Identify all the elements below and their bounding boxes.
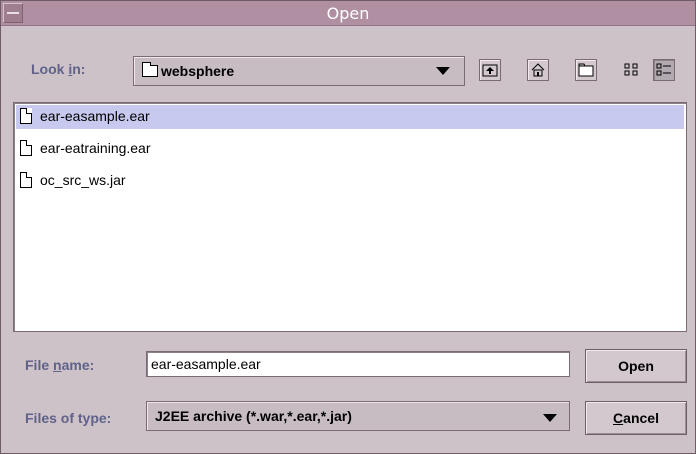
cancel-button[interactable]: Cancel [585,401,687,435]
title-bar[interactable]: Open [1,1,695,26]
up-one-level-icon [482,64,498,77]
window-title: Open [326,4,370,23]
file-icon [20,172,32,188]
look-in-label: Look in: [31,61,86,77]
look-in-combo[interactable]: websphere [133,56,465,86]
file-icon [20,140,32,156]
new-folder-icon [578,63,594,77]
file-name: ear-eatraining.ear [40,140,151,156]
up-one-level-button[interactable] [479,59,501,81]
file-name-input[interactable]: ear-easample.ear [146,351,570,377]
file-list[interactable]: ear-easample.ear ear-eatraining.ear oc_s… [13,102,687,332]
files-of-type-label: Files of type: [25,410,112,426]
file-icon [20,108,32,124]
list-view-icon [624,63,638,76]
list-item[interactable]: ear-eatraining.ear [16,137,684,161]
file-name: ear-easample.ear [40,108,150,124]
chevron-down-icon [436,67,450,75]
list-item[interactable]: ear-easample.ear [16,105,684,129]
cancel-button-label: Cancel [613,410,659,426]
look-in-value: websphere [161,63,235,79]
folder-icon [142,62,158,77]
file-name: oc_src_ws.jar [40,172,126,188]
open-button[interactable]: Open [585,349,687,383]
files-of-type-value: J2EE archive (*.war,*.ear,*.jar) [155,408,352,424]
open-dialog: Open Look in: websphere ear-easample.ear… [0,0,696,454]
chevron-down-icon [543,414,557,422]
list-view-button[interactable] [621,59,643,81]
home-icon [531,63,545,77]
file-name-value: ear-easample.ear [151,356,261,372]
details-view-icon [656,63,671,76]
home-button[interactable] [527,59,549,81]
details-view-button[interactable] [653,59,675,81]
list-item[interactable]: oc_src_ws.jar [16,169,684,193]
file-name-label: File name: [25,357,95,373]
open-button-label: Open [618,358,654,374]
new-folder-button[interactable] [575,59,597,81]
files-of-type-combo[interactable]: J2EE archive (*.war,*.ear,*.jar) [146,401,570,431]
